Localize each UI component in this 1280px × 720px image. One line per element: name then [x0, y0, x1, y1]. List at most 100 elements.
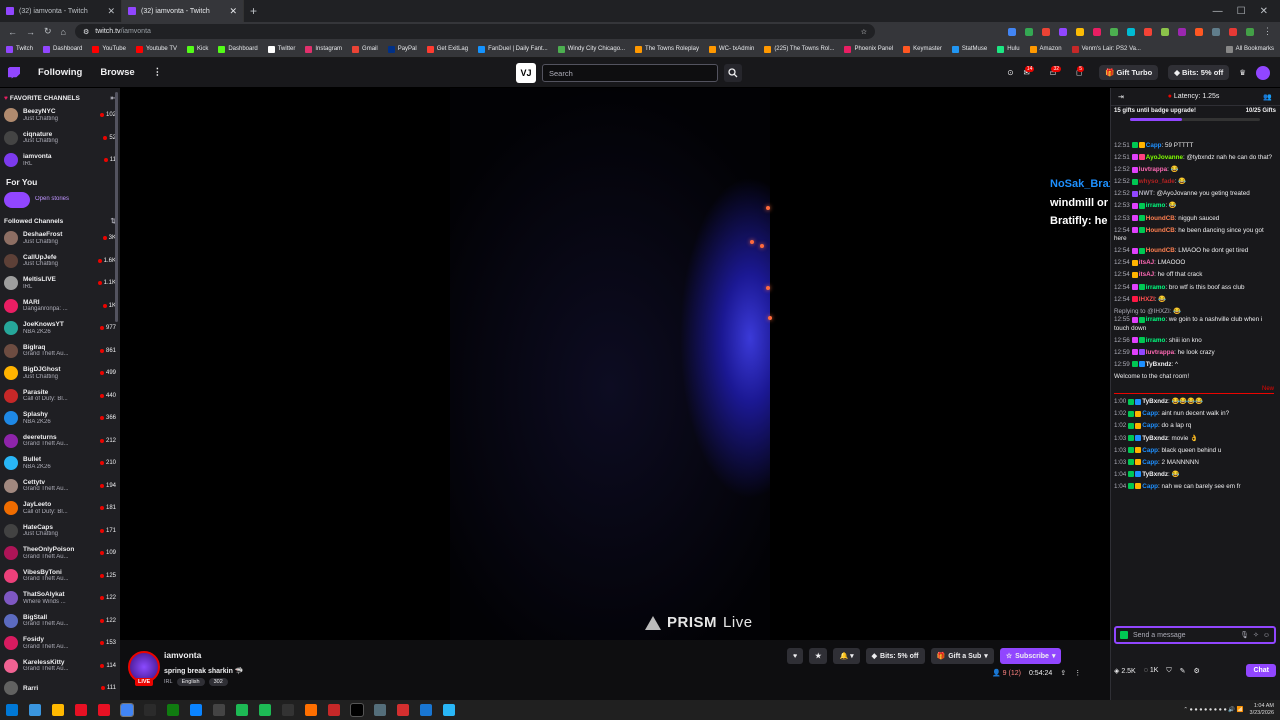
- all-bookmarks[interactable]: All Bookmarks: [1225, 45, 1274, 53]
- app-icon[interactable]: [98, 704, 110, 716]
- extension-icon[interactable]: [1212, 27, 1220, 36]
- more-options-icon[interactable]: ⋮: [1074, 669, 1081, 677]
- extension-icon[interactable]: [1110, 27, 1118, 36]
- reload-icon[interactable]: ↻: [44, 26, 52, 37]
- menu-kebab-icon[interactable]: ⋮: [1263, 26, 1272, 37]
- sidebar-channel[interactable]: Rarri 111: [0, 677, 120, 700]
- minimize-icon[interactable]: —: [1213, 6, 1223, 17]
- app-icon[interactable]: [282, 704, 294, 716]
- bookmark[interactable]: Instagram: [305, 45, 342, 53]
- bookmark[interactable]: Twitch: [6, 45, 33, 53]
- settings-icon[interactable]: ⚙: [1194, 667, 1200, 675]
- channel-points[interactable]: ◈ 2.5K: [1114, 667, 1136, 675]
- shield-icon[interactable]: ⛉: [1166, 667, 1171, 675]
- bookmark[interactable]: Windy City Chicago...: [557, 45, 625, 53]
- extension-icon[interactable]: [1025, 27, 1033, 36]
- sidebar-channel[interactable]: TheeOnlyPoison Grand Theft Au... 109: [0, 542, 120, 565]
- extension-icon[interactable]: [1195, 27, 1203, 36]
- notifications-icon[interactable]: ▭32: [1049, 66, 1066, 77]
- favorite-star-button[interactable]: ★: [809, 648, 828, 664]
- bookmark[interactable]: Kick: [186, 45, 208, 53]
- sidebar-channel[interactable]: VibesByToni Grand Theft Au... 125: [0, 565, 120, 588]
- app-icon[interactable]: [443, 704, 455, 716]
- tag[interactable]: English: [176, 678, 205, 686]
- tray-icons[interactable]: ⌃ ● ● ● ● ● ● ● ● 🔊 📶: [1183, 707, 1243, 713]
- bookmark[interactable]: Gmail: [352, 45, 378, 53]
- close-icon[interactable]: ✕: [107, 6, 115, 17]
- bookmark[interactable]: (225) The Towns Rol...: [764, 45, 834, 53]
- following-link[interactable]: Following: [38, 67, 82, 78]
- forward-icon[interactable]: →: [26, 27, 35, 37]
- spotify-icon[interactable]: [236, 704, 248, 716]
- sidebar-channel[interactable]: Cettytv Grand Theft Au... 194: [0, 475, 120, 498]
- extension-icon[interactable]: [1008, 27, 1016, 36]
- star-bookmark-icon[interactable]: ☆: [861, 28, 867, 36]
- app-icon[interactable]: [420, 704, 432, 716]
- bookmark[interactable]: The Towns Roleplay: [635, 45, 699, 53]
- bookmark[interactable]: Venm's Lair: PS2 Va...: [1071, 45, 1141, 53]
- pencil-icon[interactable]: ✎: [1180, 667, 1186, 675]
- sidebar-channel[interactable]: deereturns Grand Theft Au... 212: [0, 430, 120, 453]
- extension-icon[interactable]: [1144, 27, 1152, 36]
- app-icon[interactable]: [213, 704, 225, 716]
- sidebar-channel[interactable]: Parasite Call of Duty: Bl... 440: [0, 385, 120, 408]
- app-icon[interactable]: [190, 704, 202, 716]
- extension-icon[interactable]: [1178, 27, 1186, 36]
- follow-heart-button[interactable]: ♥: [787, 648, 804, 664]
- gift-progress[interactable]: 15 gifts until badge upgrade! 10/25 Gift…: [1114, 108, 1276, 134]
- bits-button[interactable]: ◆ Bits: 5% off: [1168, 65, 1230, 80]
- maximize-icon[interactable]: ☐: [1237, 6, 1246, 17]
- sidebar-channel[interactable]: BigIraq Grand Theft Au... 861: [0, 340, 120, 363]
- app-icon[interactable]: [328, 704, 340, 716]
- start-icon[interactable]: [6, 704, 18, 716]
- mic-icon[interactable]: 🎙: [1240, 631, 1249, 639]
- extension-icon[interactable]: [1059, 27, 1067, 36]
- extension-icon[interactable]: [1093, 27, 1101, 36]
- search-input[interactable]: Search: [542, 64, 718, 82]
- category-link[interactable]: IRL: [164, 679, 173, 685]
- more-menu-icon[interactable]: ⋮: [153, 67, 163, 78]
- extension-icon[interactable]: [1246, 27, 1254, 36]
- bookmark[interactable]: Hulu: [997, 45, 1020, 53]
- bookmark[interactable]: Amazon: [1029, 45, 1062, 53]
- back-icon[interactable]: ←: [8, 27, 17, 37]
- bookmark[interactable]: FanDuel | Daily Fant...: [478, 45, 548, 53]
- sidebar-channel[interactable]: ThatSoAlykat Where Winds ... 122: [0, 587, 120, 610]
- search-button[interactable]: [724, 64, 742, 82]
- app-icon[interactable]: [167, 704, 179, 716]
- app-icon[interactable]: [305, 704, 317, 716]
- app-icon[interactable]: [29, 704, 41, 716]
- bookmark[interactable]: Dashboard: [43, 45, 82, 53]
- bookmark[interactable]: PayPal: [387, 45, 417, 53]
- sidebar-channel[interactable]: MARI Danganronpa: ... 1K: [0, 295, 120, 318]
- close-icon[interactable]: ✕: [229, 6, 237, 17]
- gift-turbo-button[interactable]: 🎁 Gift Turbo: [1099, 65, 1159, 80]
- sidebar-channel[interactable]: KarelessKitty Grand Theft Au... 114: [0, 655, 120, 678]
- sidebar-channel[interactable]: BeezyNYC Just Chatting 102: [0, 104, 120, 127]
- bookmark[interactable]: YouTube: [92, 45, 126, 53]
- user-avatar[interactable]: [1256, 65, 1270, 80]
- extension-icon[interactable]: [1076, 27, 1084, 36]
- bookmark[interactable]: Dashboard: [218, 45, 258, 53]
- sidebar-channel[interactable]: BigDJGhost Just Chatting 499: [0, 362, 120, 385]
- sidebar-channel[interactable]: Splashy NBA 2K26 366: [0, 407, 120, 430]
- open-stories[interactable]: Open stories: [0, 189, 120, 212]
- channel-points-secondary[interactable]: ◌ 1K: [1144, 667, 1159, 674]
- collapse-chat-icon[interactable]: ⇥: [1118, 93, 1124, 101]
- extension-icon[interactable]: [1161, 27, 1169, 36]
- browser-tab-active[interactable]: (32) iamvonta - Twitch ✕: [122, 0, 244, 22]
- bookmark[interactable]: Get ExitLag: [426, 45, 468, 53]
- x-icon[interactable]: [350, 703, 364, 717]
- sidebar-channel[interactable]: MeltisLIVE IRL 1.1K: [0, 272, 120, 295]
- new-tab-button[interactable]: +: [250, 4, 257, 18]
- sidebar-channel[interactable]: HateCaps Just Chatting 171: [0, 520, 120, 543]
- bits-cheer-icon[interactable]: ✧: [1253, 631, 1259, 639]
- bookmark[interactable]: Twitter: [267, 45, 295, 53]
- extension-icon[interactable]: [1042, 27, 1050, 36]
- sidebar-scrollbar[interactable]: [115, 92, 118, 322]
- app-icon[interactable]: [75, 704, 87, 716]
- chrome-icon[interactable]: [120, 703, 134, 717]
- sidebar-channel[interactable]: DeshaeFrost Just Chatting 3K: [0, 227, 120, 250]
- home-icon[interactable]: ⌂: [61, 27, 66, 37]
- sidebar-channel[interactable]: BigStall Grand Theft Au... 122: [0, 610, 120, 633]
